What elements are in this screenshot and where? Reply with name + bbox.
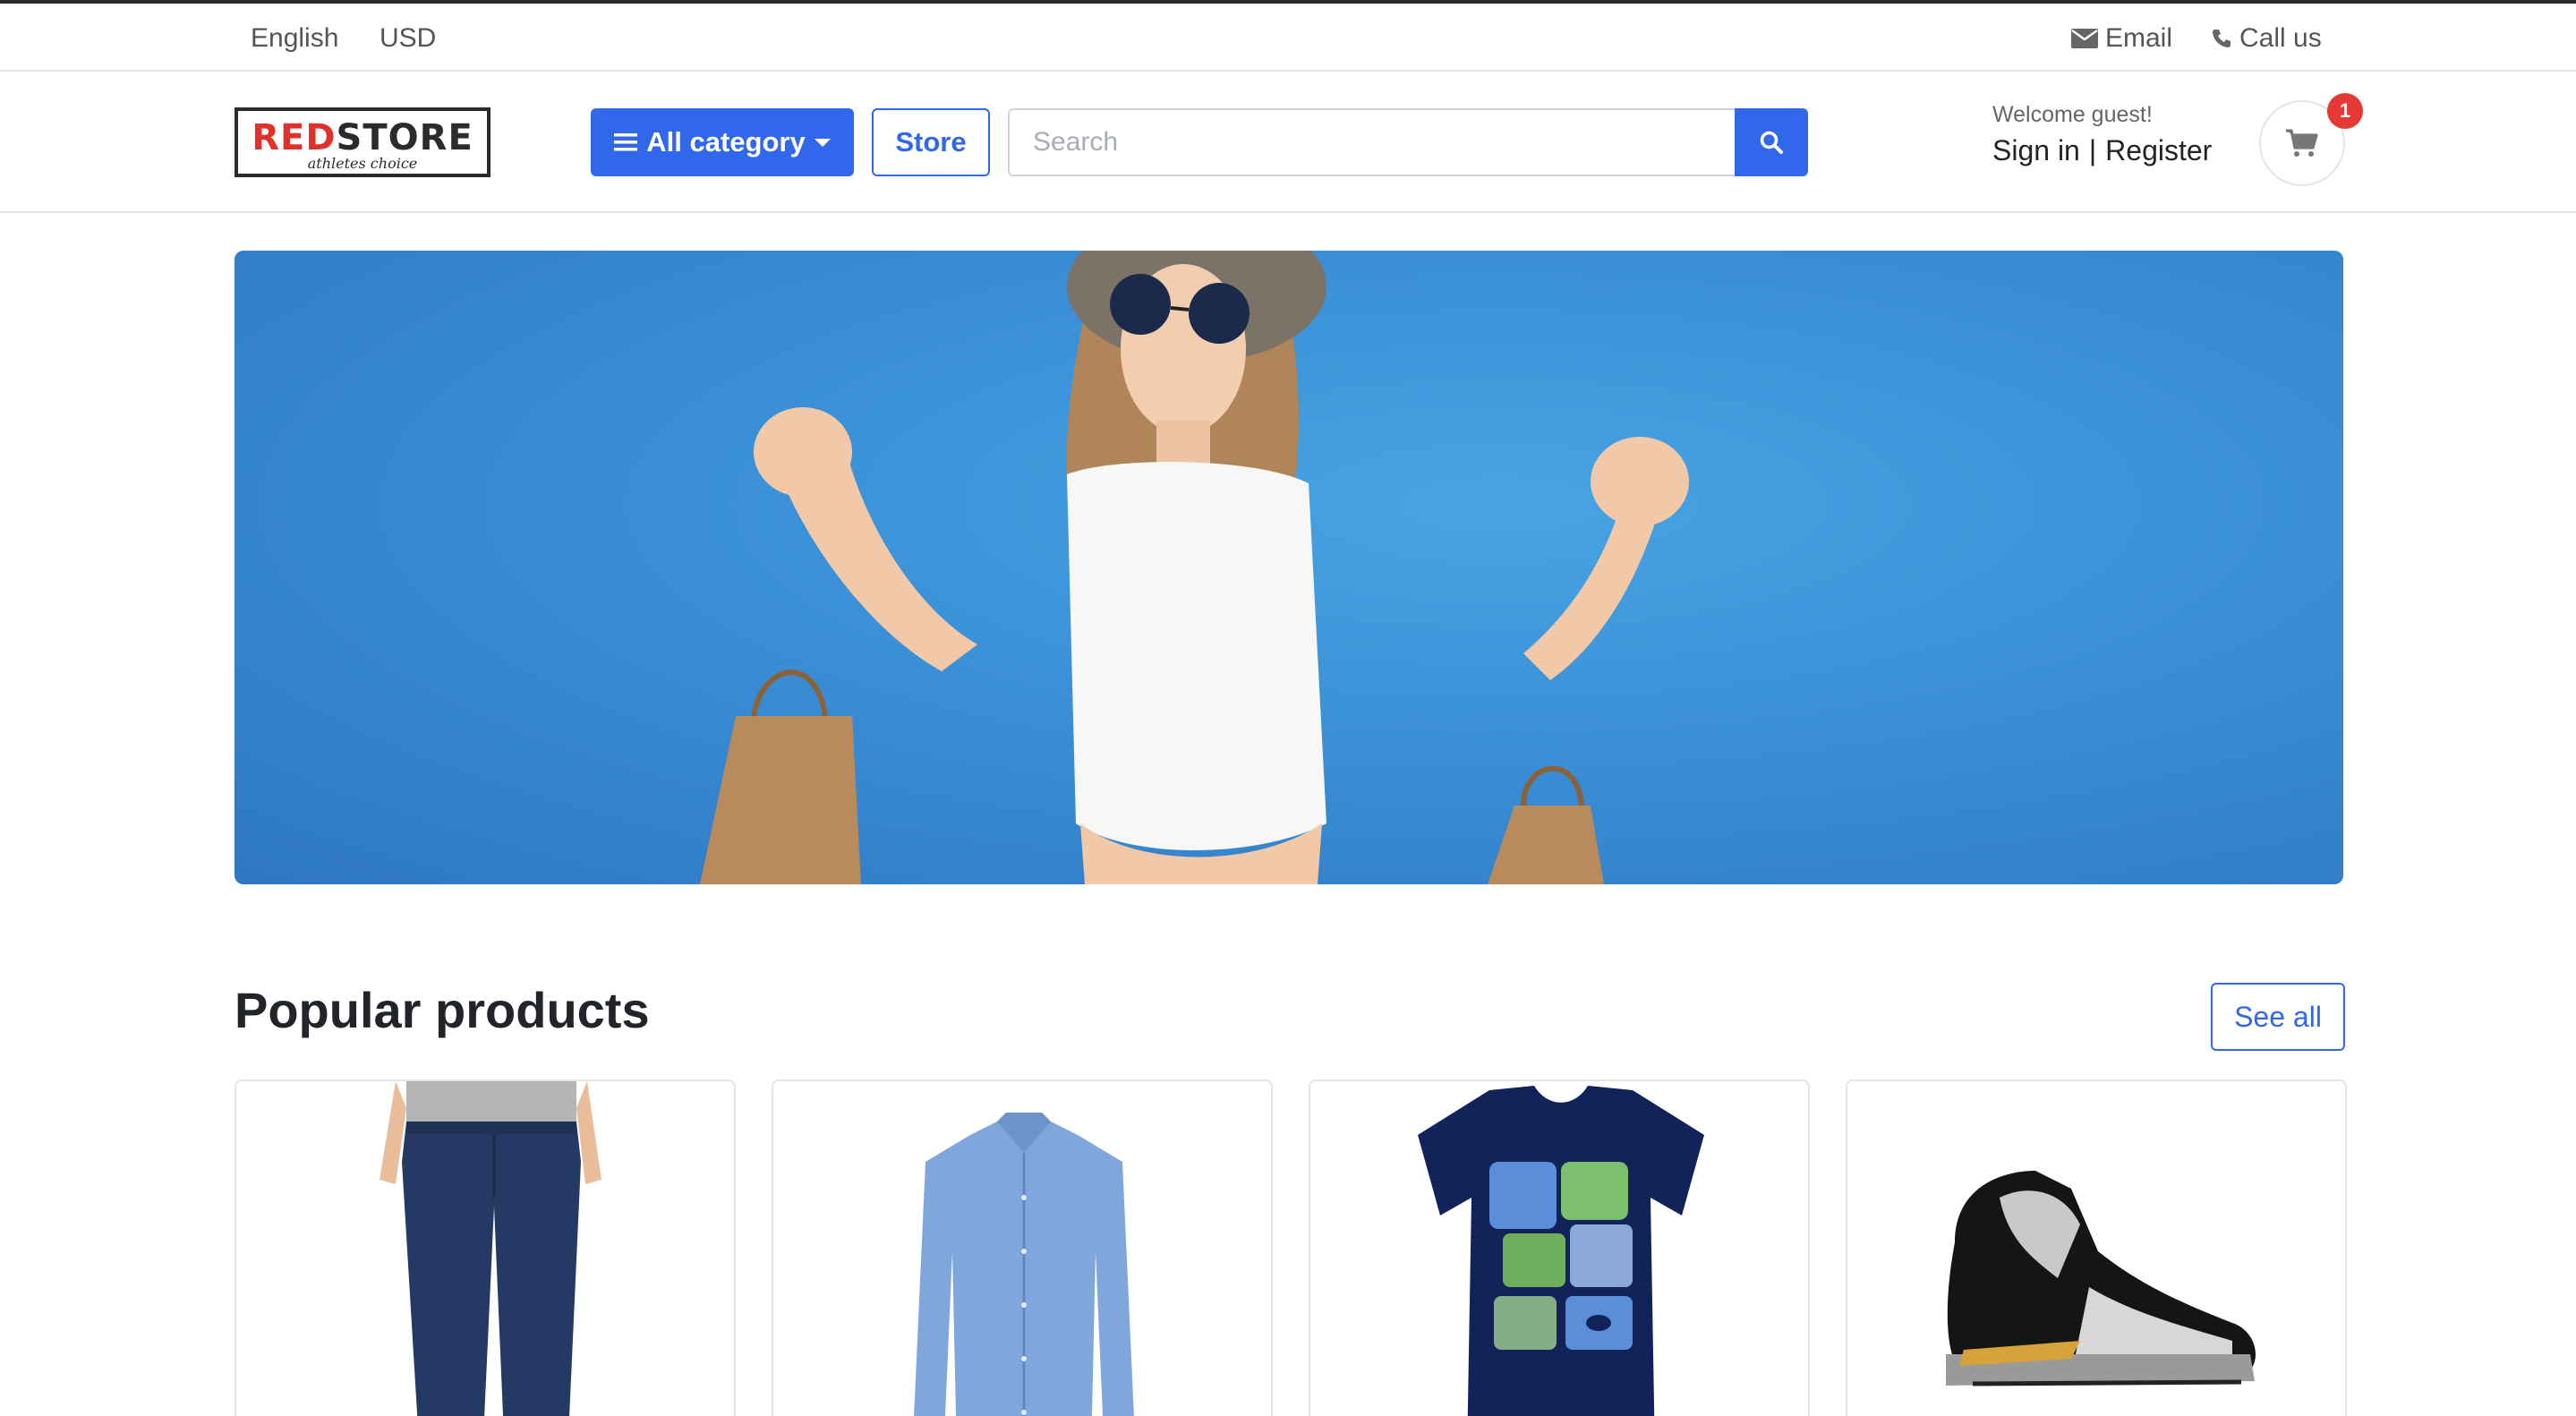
logo-word-dark: STORE [336,117,473,158]
product-card[interactable] [1309,1079,1810,1416]
call-label: Call us [2239,23,2322,53]
welcome-text: Welcome guest! [1992,102,2153,127]
call-us-link[interactable]: Call us [2211,23,2322,54]
product-card[interactable] [772,1079,1273,1416]
logo-word-red: RED [252,117,337,158]
logo-tagline: athletes choice [307,155,418,172]
category-label: All category [646,126,806,158]
email-link[interactable]: Email [2071,23,2172,54]
shirt-image [914,1113,1134,1416]
search-icon [1760,131,1783,154]
language-selector[interactable]: English [251,23,338,54]
store-button[interactable]: Store [872,108,990,176]
email-label: Email [2105,23,2173,53]
envelope-icon [2071,29,2098,48]
see-all-button[interactable]: See all [2211,983,2345,1051]
search-button[interactable] [1735,108,1808,176]
hamburger-icon [614,133,638,151]
account-separator: | [2088,134,2097,166]
currency-selector[interactable]: USD [380,23,436,54]
cart-icon [2286,129,2318,157]
all-category-button[interactable]: All category [591,108,854,176]
account-links: Sign in | Register [1992,134,2212,167]
top-bar: English USD Email Call us [0,0,2576,72]
product-card[interactable] [1846,1079,2347,1416]
search-input[interactable] [1008,108,1736,176]
main-header: REDSTORE athletes choice All category St… [0,72,2576,213]
section-title: Popular products [235,982,650,1038]
tshirt-image [1418,1086,1704,1416]
register-link[interactable]: Register [2105,134,2212,167]
hero-banner[interactable] [235,251,2343,884]
sneaker-image [1946,1171,2256,1386]
store-logo[interactable]: REDSTORE athletes choice [235,107,490,177]
caret-down-icon [814,139,831,147]
banner-image [700,251,1689,884]
jeans-image [380,1081,601,1416]
cart-count-badge: 1 [2327,93,2363,129]
sign-in-link[interactable]: Sign in [1992,134,2080,167]
phone-icon [2213,30,2231,47]
product-card[interactable] [235,1079,736,1416]
